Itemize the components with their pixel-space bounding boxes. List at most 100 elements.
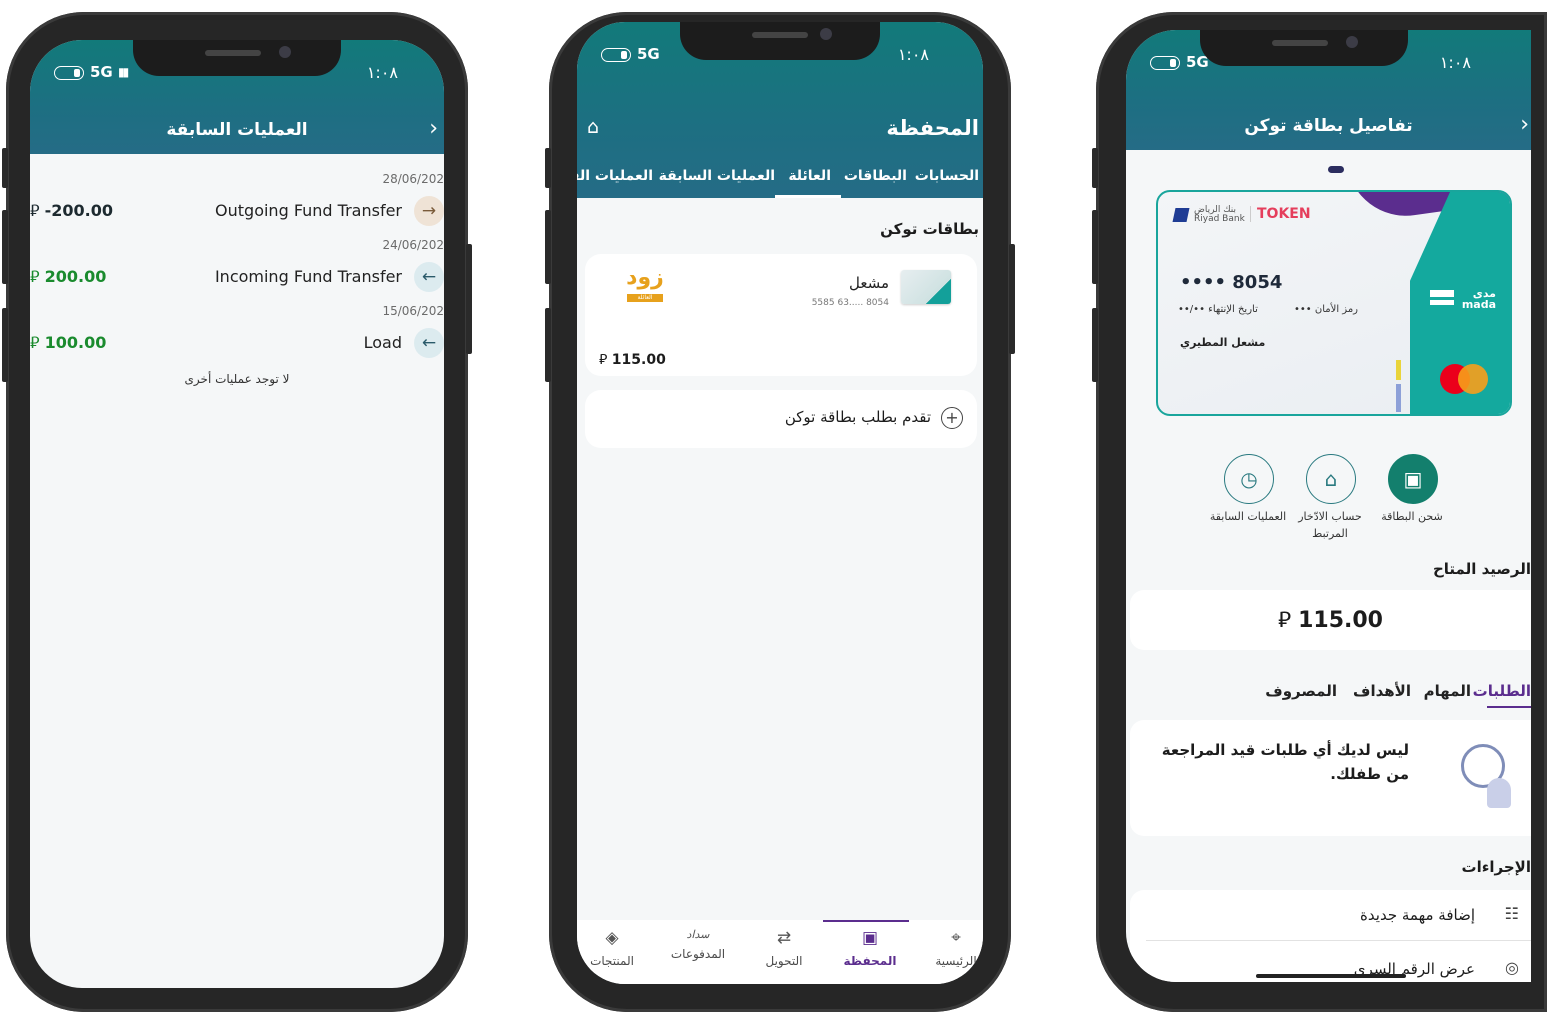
mada-logo: مدى mada <box>1461 287 1496 311</box>
mastercard-orange-circle <box>1458 364 1488 394</box>
transaction-name: Load <box>363 333 402 352</box>
tab-cards[interactable]: البطاقات <box>844 168 907 184</box>
riyal-icon: ⃁ <box>1278 608 1299 633</box>
clock: ١:٠٨ <box>1439 53 1471 72</box>
riyal-icon: ⃁ <box>30 267 45 286</box>
person-illustration <box>1487 778 1511 808</box>
add-task-item[interactable]: ☷ إضافة مهمة جديدة <box>1130 890 1531 942</box>
token-brand: TOKEN <box>1250 206 1311 222</box>
balance-card: ⃁ 115.00 <box>1130 590 1531 650</box>
battery-icon <box>601 48 631 62</box>
back-chevron-icon[interactable]: › <box>1520 112 1529 137</box>
transactions-list: 28/06/202 → Outgoing Fund Transfer ⃁ -20… <box>30 154 444 988</box>
sadad-icon: سداد <box>686 928 710 941</box>
nav-payments[interactable]: سداد المدفوعات <box>663 928 733 961</box>
bottom-navigation: ⌖ الرئيسية ▣ المحفظة ⇄ التحويل سداد المدفوعا… <box>577 920 983 984</box>
active-tab-indicator <box>1487 706 1531 708</box>
signal-icon: ▮▮ <box>118 65 129 79</box>
linked-savings-button[interactable]: ⌂ <box>1306 454 1356 504</box>
nav-products[interactable]: ◈ المنتجات <box>577 928 647 968</box>
transaction-amount: ⃁ 100.00 <box>30 333 107 352</box>
card-number: 5585 63..... 8054 <box>811 298 889 308</box>
wallet-icon: ▣ <box>1403 467 1423 491</box>
incoming-arrow-icon: ← <box>414 328 444 358</box>
card-number: •••• 8054 <box>1180 272 1283 293</box>
tab-allowance[interactable]: المصروف <box>1265 682 1337 700</box>
zood-logo: زود <box>626 265 664 290</box>
nav-wallet[interactable]: ▣ المحفظة <box>835 928 905 968</box>
battery-icon <box>54 66 84 80</box>
riyal-icon: ⃁ <box>599 352 612 368</box>
eye-off-icon: ◎ <box>1505 958 1519 977</box>
requests-empty-card: ليس لديك أي طلبات قيد المراجعة من طفلك. <box>1130 720 1531 836</box>
tab-goals[interactable]: الأهداف <box>1353 682 1411 700</box>
bank-name: بنك الرياض Riyad Bank <box>1194 205 1245 224</box>
apply-token-card-button[interactable]: + تقدم بطلب بطاقة توكن <box>585 390 977 448</box>
history-icon: ◷ <box>1240 467 1258 491</box>
outgoing-arrow-icon: → <box>414 196 444 226</box>
wallet-icon: ▣ <box>861 928 879 948</box>
clipboard-icon: ☷ <box>1504 904 1519 923</box>
balance-amount: ⃁ 115.00 <box>1278 608 1383 633</box>
tab-requests[interactable]: الطلبات <box>1473 682 1531 700</box>
charge-card-button[interactable]: ▣ <box>1388 454 1438 504</box>
transaction-row[interactable]: 15/06/202 ← Load ⃁ 100.00 <box>30 302 444 362</box>
wallet-tabs: الحسابات البطاقات العائلة العمليات الساب… <box>577 168 983 198</box>
transfer-icon: ⇄ <box>776 928 792 948</box>
tab-family[interactable]: العائلة <box>788 168 831 184</box>
network-label: 5G <box>90 63 113 81</box>
phone-frame-transactions: 5G ▮▮ ١:٠٨ العمليات السابقة › 28/06/202 … <box>2 12 472 1012</box>
card-holder: مشعل <box>848 274 889 292</box>
procedures-list: ☷ إضافة مهمة جديدة ◎ عرض الرقم السري <box>1130 890 1531 982</box>
history-label: العمليات السابقة <box>1209 510 1287 523</box>
nav-transfer[interactable]: ⇄ التحويل <box>749 928 819 968</box>
transaction-row[interactable]: 24/06/202 ← Incoming Fund Transfer ⃁ 200… <box>30 236 444 296</box>
transaction-name: Outgoing Fund Transfer <box>215 201 402 220</box>
procedures-label: الإجراءات <box>1461 858 1531 876</box>
page-title: العمليات السابقة <box>166 120 308 140</box>
no-more-transactions: لا توجد عمليات أخرى <box>184 372 290 386</box>
transaction-amount: ⃁ -200.00 <box>30 201 113 220</box>
nav-home[interactable]: ⌖ الرئيسية <box>921 928 983 968</box>
incoming-arrow-icon: ← <box>414 262 444 292</box>
add-task-label: إضافة مهمة جديدة <box>1360 906 1475 924</box>
page-title: تفاصيل بطاقة توكن <box>1244 116 1413 136</box>
battery-icon <box>1150 56 1180 70</box>
active-tab-indicator <box>775 195 841 198</box>
tab-tasks[interactable]: المهام <box>1424 682 1471 700</box>
tab-upcoming-transactions[interactable]: العمليات القا <box>577 168 653 184</box>
riyad-bank-logo-icon <box>1172 208 1190 222</box>
clock: ١:٠٨ <box>366 63 398 82</box>
insights-chart-icon[interactable]: ⌂ <box>587 116 599 138</box>
token-card-item[interactable]: مشعل 5585 63..... 8054 زود العائلة ⃁ 115… <box>585 254 977 376</box>
section-title: بطاقات توكن <box>880 220 979 238</box>
transaction-amount: ⃁ 200.00 <box>30 267 107 286</box>
apply-label: تقدم بطلب بطاقة توكن <box>784 408 931 426</box>
tab-accounts[interactable]: الحسابات <box>915 168 979 184</box>
card-accent-yellow <box>1396 360 1401 380</box>
zood-logo-sub: العائلة <box>627 294 663 302</box>
page-title: المحفظة <box>886 116 979 140</box>
mada-mark-top <box>1430 290 1454 297</box>
expiry: تاريخ الإنتهاء ••/•• <box>1178 304 1258 315</box>
back-chevron-icon[interactable]: › <box>429 116 438 141</box>
active-nav-indicator <box>823 920 909 922</box>
card-tabs: الطلبات المهام الأهداف المصروف <box>1126 670 1531 708</box>
transaction-date: 28/06/202 <box>382 172 444 186</box>
history-button[interactable]: ◷ <box>1224 454 1274 504</box>
transaction-date: 24/06/202 <box>382 238 444 252</box>
security-code: رمز الأمان ••• <box>1294 304 1359 315</box>
transaction-name: Incoming Fund Transfer <box>214 267 402 286</box>
divider <box>1146 940 1531 941</box>
card-thumbnail <box>901 270 951 304</box>
tab-past-transactions[interactable]: العمليات السابقة <box>659 168 775 184</box>
linked-savings-label: حساب الادّخار المرتبط <box>1298 510 1362 540</box>
home-indicator <box>1256 974 1406 978</box>
transaction-row[interactable]: 28/06/202 → Outgoing Fund Transfer ⃁ -20… <box>30 170 444 230</box>
token-card: بنك الرياض Riyad Bank TOKEN •••• 8054 تار… <box>1156 190 1512 416</box>
plus-circle-icon: + <box>941 407 963 429</box>
products-icon: ◈ <box>605 928 619 948</box>
riyal-icon: ⃁ <box>30 333 45 352</box>
savings-chart-icon: ⌂ <box>1324 467 1338 491</box>
charge-card-label: شحن البطاقة <box>1381 510 1443 523</box>
